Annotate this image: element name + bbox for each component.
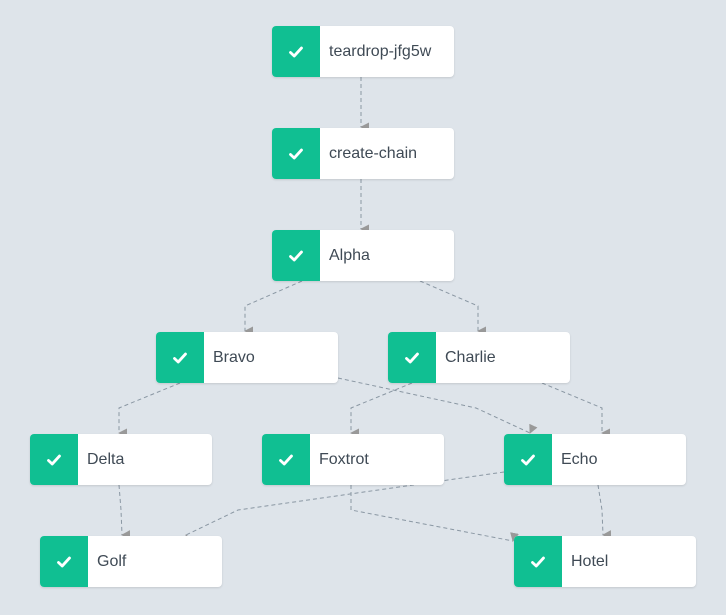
node-echo[interactable]: Echo [504,434,686,485]
check-icon [289,46,303,57]
node-label: Golf [97,552,127,570]
status-succeeded [272,26,320,77]
node-create-chain[interactable]: create-chain [272,128,454,179]
node-alpha[interactable]: Alpha [272,230,454,281]
node-label: Foxtrot [319,450,369,468]
edge-alpha-to-charlie [419,280,487,336]
edge-charlie-to-echo [541,382,611,438]
node-label: Bravo [213,348,255,366]
status-succeeded [504,434,552,485]
edges-layer [118,77,612,545]
node-label: create-chain [329,144,418,162]
node-label: Charlie [445,348,496,366]
check-icon [279,454,293,465]
check-icon [47,454,61,465]
status-succeeded [388,332,436,383]
status-succeeded [272,128,320,179]
edge-bravo-to-echo [337,377,538,434]
status-succeeded [40,536,88,587]
node-label: Hotel [571,552,609,570]
edge-bravo-to-delta [118,382,181,438]
node-bravo[interactable]: Bravo [156,332,338,383]
node-foxtrot[interactable]: Foxtrot [262,434,444,485]
status-succeeded [272,230,320,281]
edge-foxtrot-to-hotel [350,485,519,542]
node-hotel[interactable]: Hotel [514,536,696,587]
check-icon [57,556,71,567]
node-teardrop-jfg5w[interactable]: teardrop-jfg5w [272,26,454,77]
node-label: Delta [87,450,125,468]
check-icon [289,148,303,159]
edge-echo-to-hotel [597,484,612,540]
edge-delta-to-golf [118,484,131,540]
edge-alpha-to-bravo [244,280,303,336]
status-succeeded [514,536,562,587]
check-icon [289,250,303,261]
check-icon [405,352,419,363]
node-label: Alpha [329,246,370,264]
check-icon [173,352,187,363]
node-charlie[interactable]: Charlie [388,332,570,383]
status-succeeded [156,332,204,383]
status-succeeded [262,434,310,485]
edge-charlie-to-foxtrot [350,382,413,438]
node-delta[interactable]: Delta [30,434,212,485]
node-label: Echo [561,450,598,468]
check-icon [531,556,545,567]
status-succeeded [30,434,78,485]
check-icon [521,454,535,465]
node-golf[interactable]: Golf [40,536,222,587]
node-label: teardrop-jfg5w [329,42,432,60]
